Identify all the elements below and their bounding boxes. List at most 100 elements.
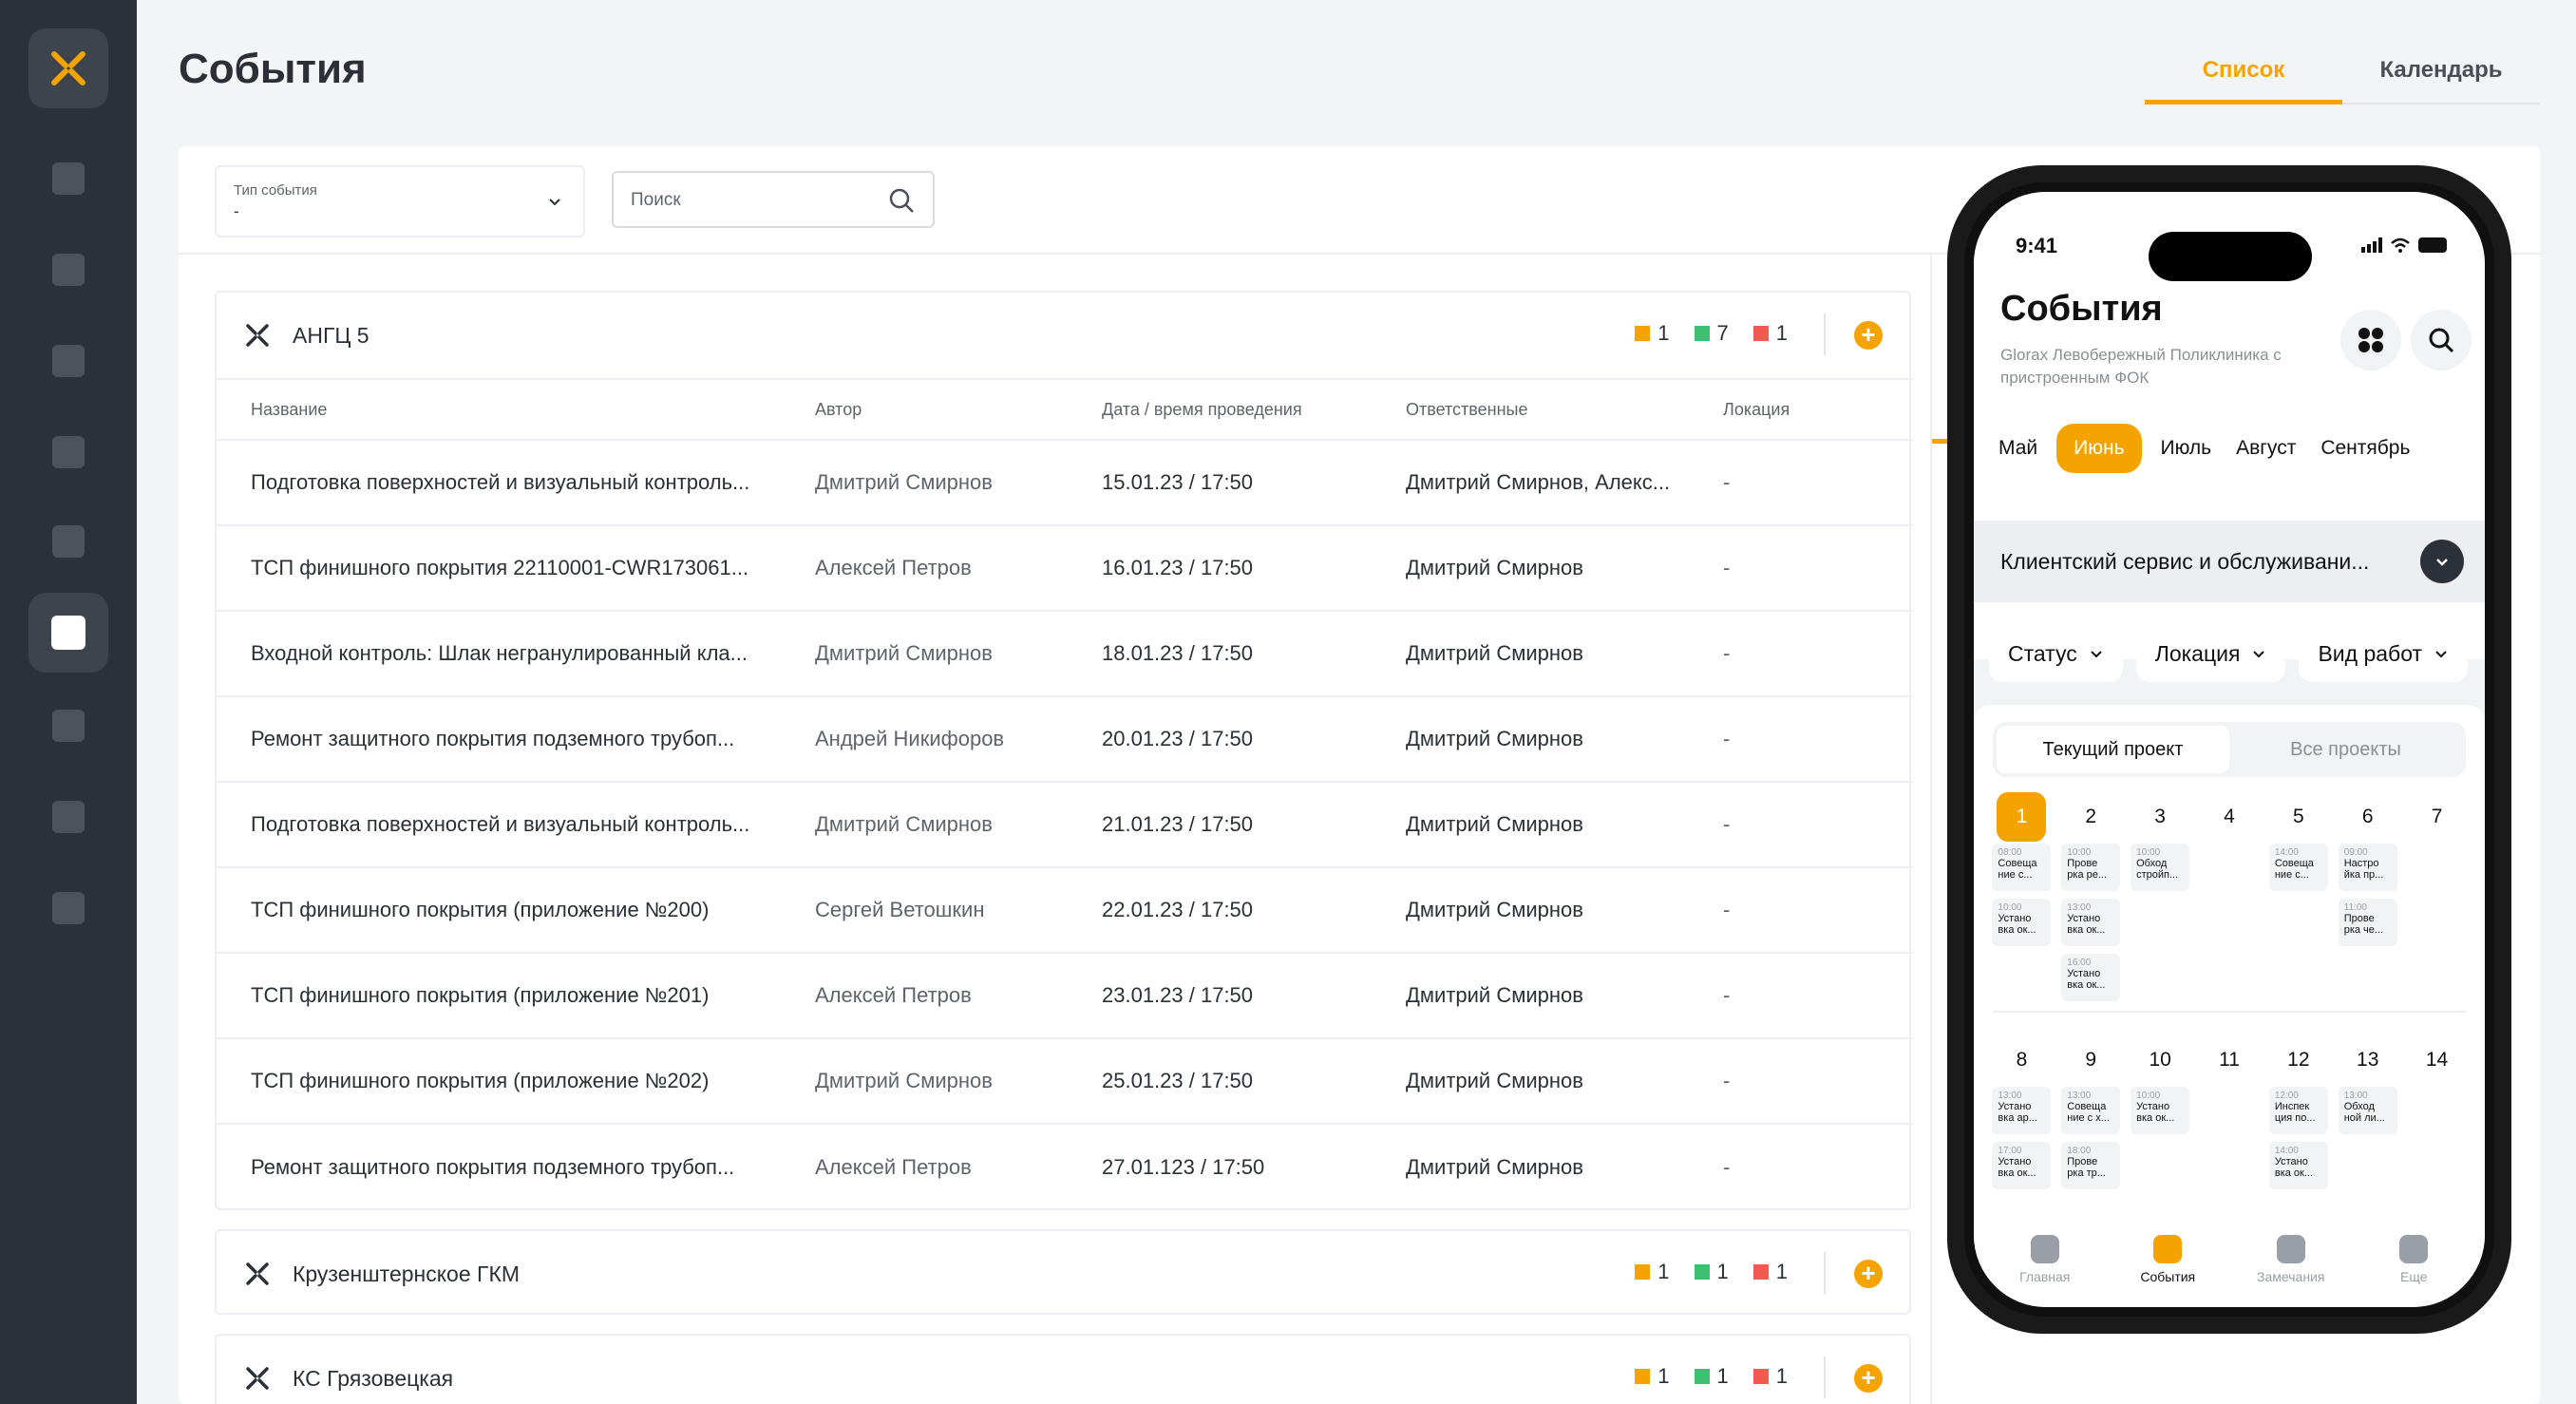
calendar-event[interactable]: 08:00 Совеща ние с... bbox=[1992, 844, 2052, 891]
calendar-event[interactable]: 09:00 Настро йка пр... bbox=[2338, 844, 2397, 891]
calendar-event[interactable]: 10:00 Устано вка ок... bbox=[2131, 1087, 2190, 1134]
event-name: Ремонт защитного покрытия подземного тру… bbox=[217, 1123, 815, 1209]
calendar-day[interactable]: 10 bbox=[2126, 1034, 2195, 1087]
sidebar-item-alert[interactable] bbox=[47, 431, 89, 473]
calendar-day[interactable]: 11 bbox=[2195, 1034, 2264, 1087]
filter-chip[interactable]: Статус bbox=[1989, 625, 2123, 682]
calendar-event[interactable]: 14:00 Совеща ние с... bbox=[2268, 844, 2328, 891]
calendar-event[interactable]: 17:00 Устано вка ок... bbox=[1992, 1142, 2052, 1189]
week-divider bbox=[1993, 1011, 2466, 1013]
calendar-day[interactable]: 2 bbox=[2056, 790, 2126, 844]
tabbar-item[interactable]: Еще bbox=[2361, 1224, 2466, 1307]
filter-chip[interactable]: Вид работ bbox=[2299, 625, 2469, 682]
calendar-day[interactable]: 7 bbox=[2402, 790, 2472, 844]
event-type-select[interactable]: Тип события - bbox=[215, 165, 585, 237]
app-logo[interactable] bbox=[28, 28, 108, 108]
sidebar-item-clock[interactable] bbox=[47, 249, 89, 291]
month-tab[interactable]: Май bbox=[1993, 424, 2043, 473]
table-row[interactable]: ТСП финишного покрытия (приложение №200)… bbox=[217, 866, 1913, 953]
day-events: 09:00 Настро йка пр... 11:00 Прове рка че..… bbox=[2333, 844, 2402, 1001]
event-time: 18:00 bbox=[2067, 1146, 2092, 1156]
table-row[interactable]: Входной контроль: Шлак негранулированный… bbox=[217, 610, 1913, 696]
sidebar-item-document[interactable] bbox=[47, 340, 89, 382]
tabbar-item[interactable]: Главная bbox=[1993, 1224, 2097, 1307]
table-row[interactable]: ТСП финишного покрытия 22110001-CWR17306… bbox=[217, 524, 1913, 611]
tabbar-item[interactable]: События bbox=[2115, 1224, 2220, 1307]
event-responsible: Дмитрий Смирнов bbox=[1406, 866, 1723, 953]
event-title: Устано вка ок... bbox=[1998, 913, 2036, 936]
tabbar-item[interactable]: Замечания bbox=[2239, 1224, 2343, 1307]
project-selector[interactable]: Клиентский сервис и обслуживани... bbox=[1974, 521, 2485, 602]
event-name: Ремонт защитного покрытия подземного тру… bbox=[217, 695, 815, 782]
table-row[interactable]: Ремонт защитного покрытия подземного тру… bbox=[217, 695, 1913, 782]
calendar-event[interactable]: 18:00 Прове рка тр... bbox=[2061, 1142, 2121, 1189]
calendar-day[interactable]: 8 bbox=[1987, 1034, 2056, 1087]
day-events bbox=[2195, 1087, 2264, 1189]
day-number: 7 bbox=[2431, 806, 2443, 827]
phone-search-button[interactable] bbox=[2411, 310, 2472, 370]
tab-calendar[interactable]: Календарь bbox=[2342, 49, 2540, 103]
green-square-icon bbox=[1694, 1369, 1710, 1384]
filter-chip[interactable]: Локация bbox=[2135, 625, 2286, 682]
table-row[interactable]: ТСП финишного покрытия (приложение №202)… bbox=[217, 1037, 1913, 1124]
group-header[interactable]: АНГЦ 5 1 7 1 + bbox=[217, 293, 1909, 378]
calendar-day[interactable]: 5 bbox=[2263, 790, 2333, 844]
search-icon bbox=[889, 188, 914, 213]
segment-all-projects[interactable]: Все проекты bbox=[2229, 726, 2462, 773]
calendar-day[interactable]: 1 bbox=[1987, 790, 2056, 844]
calendar-day[interactable]: 13 bbox=[2333, 1034, 2402, 1087]
group-header[interactable]: КС Грязовецкая 1 1 1 + bbox=[217, 1336, 1909, 1404]
add-event-button[interactable]: + bbox=[1854, 321, 1883, 350]
month-tab[interactable]: Сентябрь bbox=[2315, 424, 2415, 473]
event-location: - bbox=[1723, 866, 1913, 953]
calendar-day[interactable]: 12 bbox=[2263, 1034, 2333, 1087]
chevron-down-icon bbox=[2253, 651, 2265, 658]
month-tab[interactable]: Июль bbox=[2155, 424, 2218, 473]
sidebar-item-check[interactable] bbox=[47, 521, 89, 562]
calendar-day[interactable]: 3 bbox=[2126, 790, 2195, 844]
calendar-event[interactable]: 16:00 Устано вка ок... bbox=[2061, 954, 2121, 1001]
calendar-event[interactable]: 12:00 Инспек ция по... bbox=[2268, 1087, 2328, 1134]
calendar-event[interactable]: 10:00 Прове рка ре... bbox=[2061, 844, 2121, 891]
sidebar-item-calendar[interactable] bbox=[28, 593, 108, 673]
add-event-button[interactable]: + bbox=[1854, 1260, 1883, 1288]
calendar-day[interactable]: 6 bbox=[2333, 790, 2402, 844]
count-red: 1 bbox=[1752, 321, 1788, 346]
add-event-button[interactable]: + bbox=[1854, 1364, 1883, 1393]
count-value: 1 bbox=[1657, 1364, 1670, 1388]
table-row[interactable]: Ремонт защитного покрытия подземного тру… bbox=[217, 1123, 1913, 1209]
calendar-event[interactable]: 13:00 Устано вка ок... bbox=[2061, 899, 2121, 946]
event-title: Устано вка ок... bbox=[2274, 1156, 2314, 1179]
calendar-event[interactable]: 13:00 Обход ной ли... bbox=[2338, 1087, 2397, 1134]
sidebar-item-more[interactable] bbox=[47, 887, 89, 929]
count-value: 1 bbox=[1775, 1364, 1788, 1388]
table-row[interactable]: Подготовка поверхностей и визуальный кон… bbox=[217, 439, 1913, 525]
table-row[interactable]: Подготовка поверхностей и визуальный кон… bbox=[217, 781, 1913, 867]
calendar-event[interactable]: 10:00 Устано вка ок... bbox=[1992, 899, 2052, 946]
table-row[interactable]: ТСП финишного покрытия (приложение №201)… bbox=[217, 952, 1913, 1038]
event-location: - bbox=[1723, 439, 1913, 525]
sidebar-item-chart[interactable] bbox=[47, 796, 89, 838]
calendar-day[interactable]: 9 bbox=[2056, 1034, 2126, 1087]
calendar-event[interactable]: 14:00 Устано вка ок... bbox=[2268, 1142, 2328, 1189]
calendar-event[interactable]: 11:00 Прове рка че... bbox=[2338, 899, 2397, 946]
search-input[interactable]: Поиск bbox=[612, 171, 935, 228]
grid-view-button[interactable] bbox=[2340, 310, 2401, 370]
wifi-icon bbox=[2391, 237, 2410, 253]
group-header[interactable]: Крузенштернское ГКМ 1 1 1 + bbox=[217, 1231, 1909, 1317]
calendar-day[interactable]: 14 bbox=[2402, 1034, 2472, 1087]
calendar-event[interactable]: 13:00 Устано вка ар... bbox=[1992, 1087, 2052, 1134]
tab-list[interactable]: Список bbox=[2145, 49, 2342, 104]
calendar-day[interactable]: 4 bbox=[2195, 790, 2264, 844]
sidebar-item-video[interactable] bbox=[47, 158, 89, 199]
segment-current-project[interactable]: Текущий проект bbox=[1997, 726, 2229, 773]
month-tab[interactable]: Июнь bbox=[2056, 424, 2142, 473]
calendar-event[interactable]: 10:00 Обход стройп... bbox=[2131, 844, 2190, 891]
sidebar-item-building[interactable] bbox=[47, 705, 89, 747]
count-green: 1 bbox=[1694, 1260, 1729, 1284]
month-tab[interactable]: Август bbox=[2230, 424, 2301, 473]
event-time: 14:00 bbox=[2274, 1146, 2299, 1156]
status-counts: 1 1 1 bbox=[1635, 1260, 1788, 1284]
chevron-down-icon bbox=[2420, 540, 2464, 583]
calendar-event[interactable]: 13:00 Совеща ние с х... bbox=[2061, 1087, 2121, 1134]
